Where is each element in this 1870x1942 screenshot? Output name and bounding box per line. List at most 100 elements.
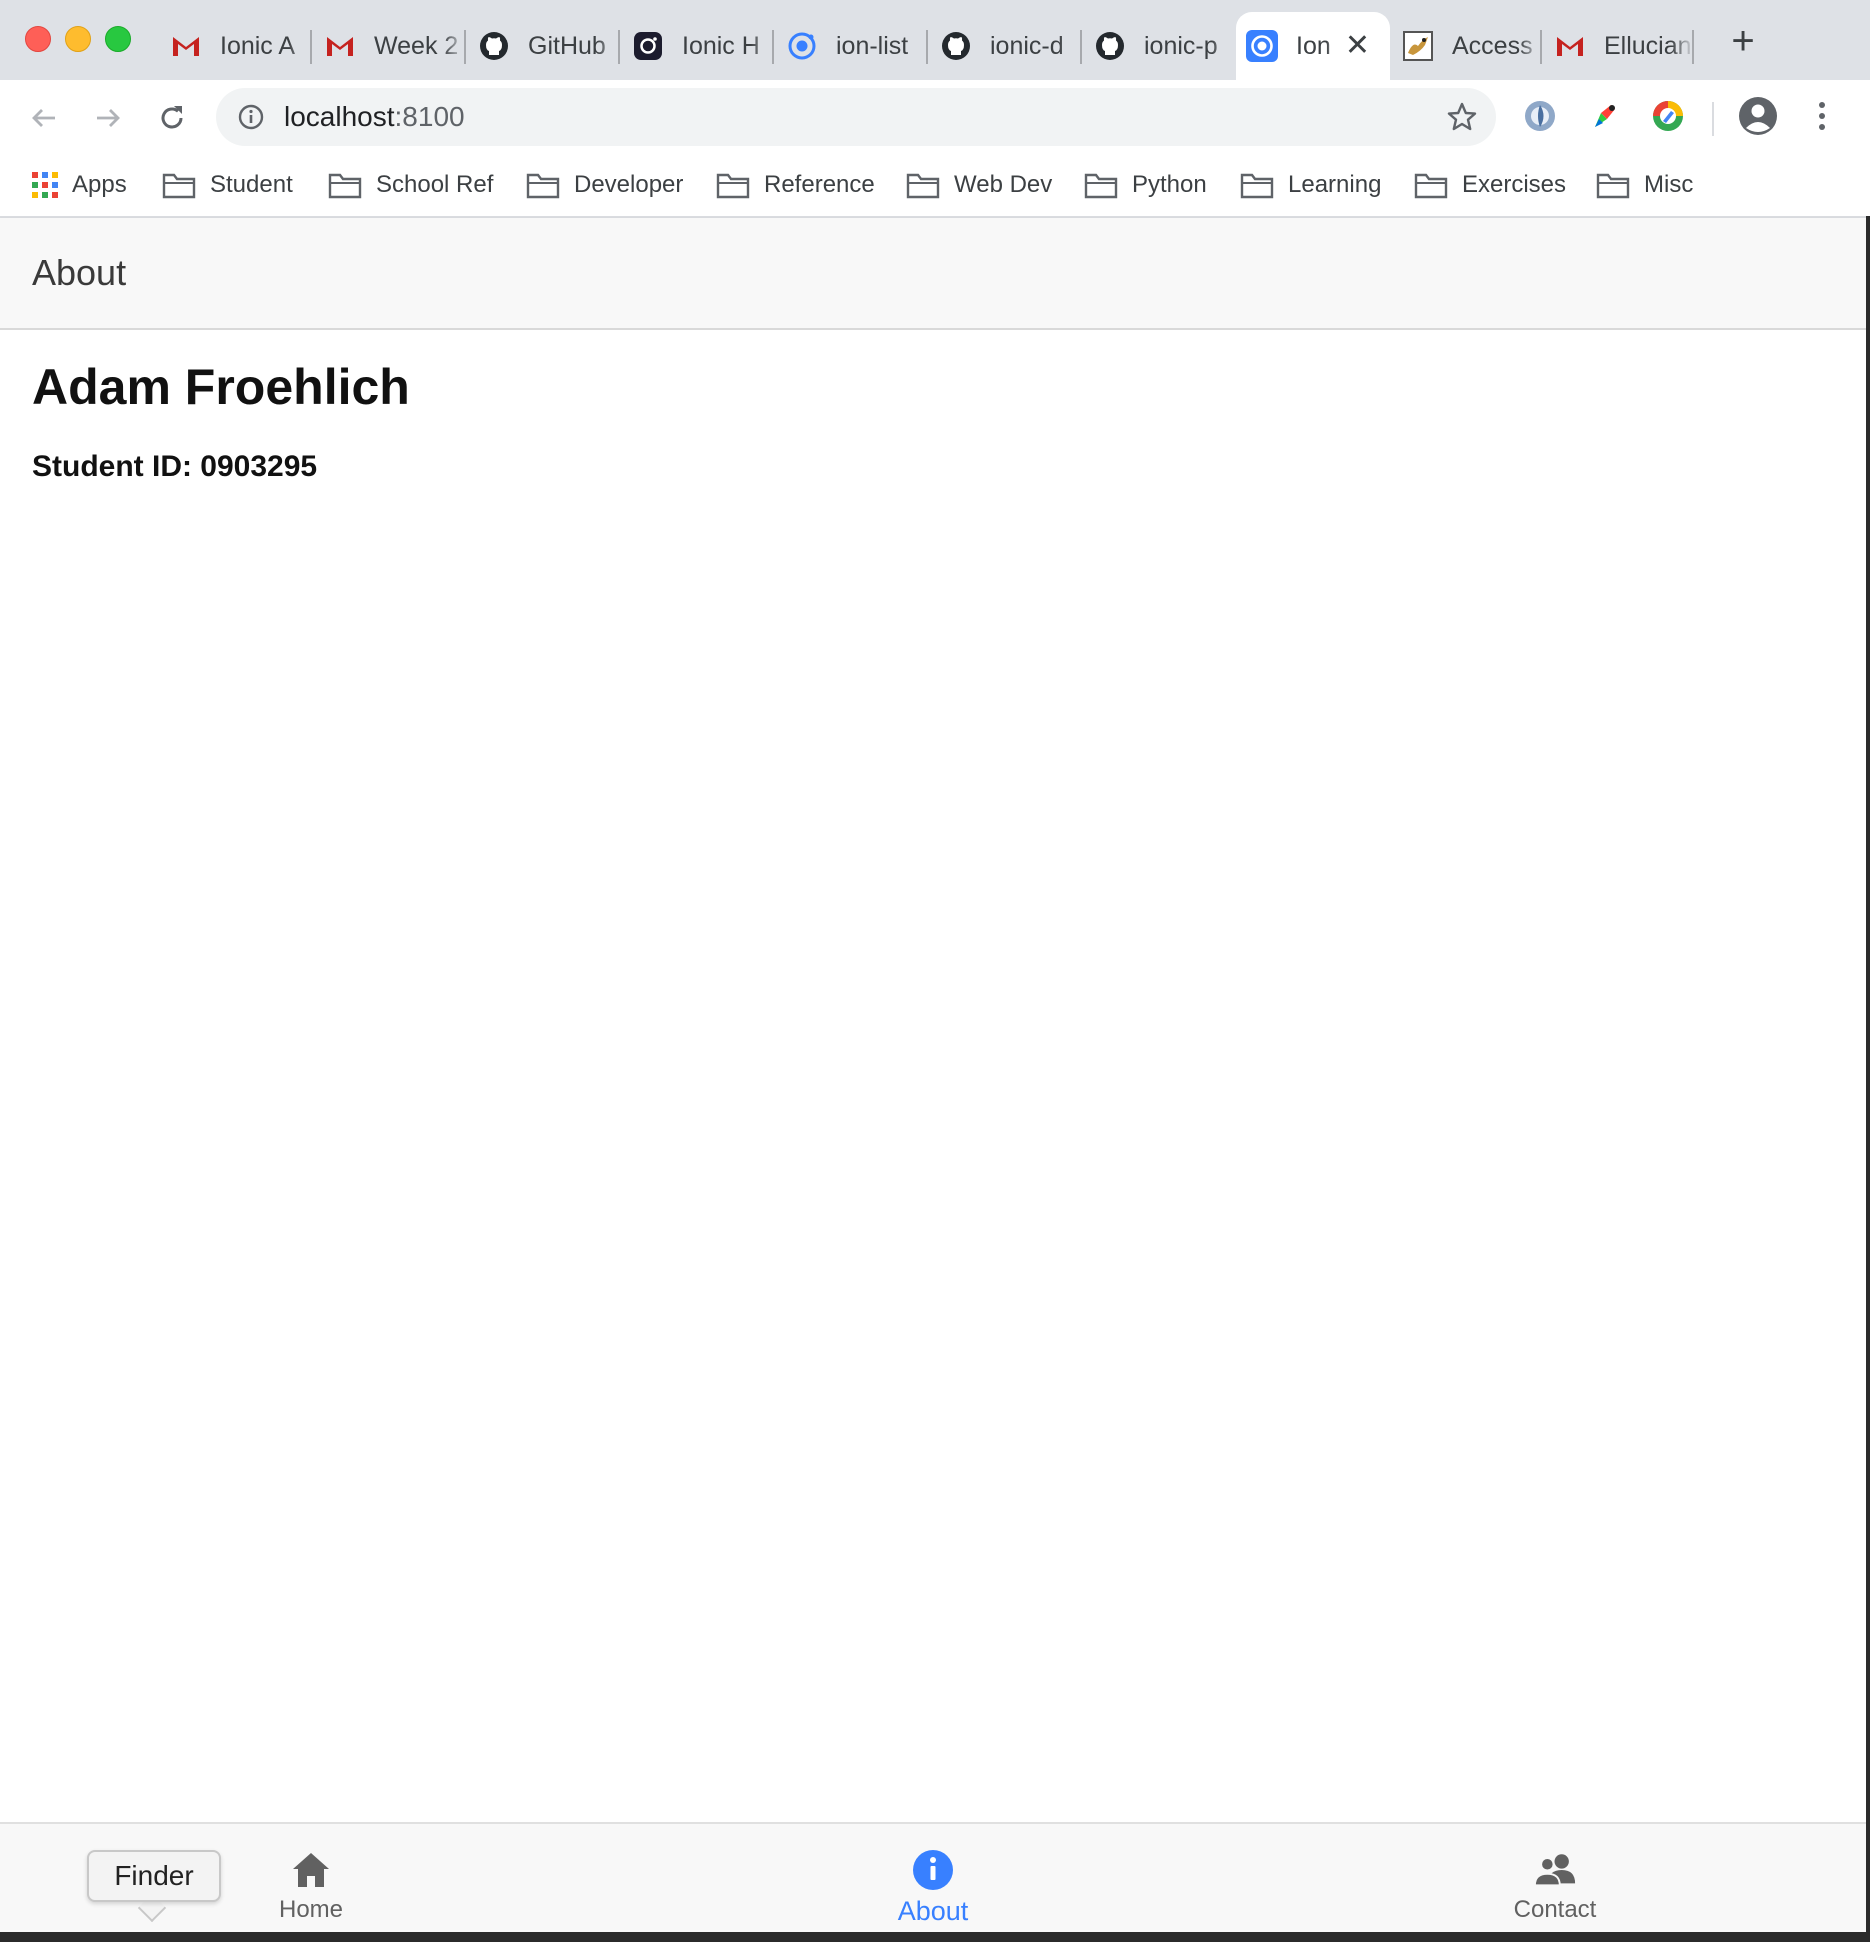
tab-title: Week 2 xyxy=(374,31,459,60)
extension-icon[interactable] xyxy=(1520,96,1560,136)
tab-label: About xyxy=(897,1896,969,1926)
app-tab-bar: Home About Contact xyxy=(0,1822,1866,1934)
tab-separator xyxy=(1692,30,1694,64)
bookmarks-bar: Apps Student School Ref Developer Refere… xyxy=(0,154,1870,218)
bookmark-apps[interactable]: Apps xyxy=(28,166,127,204)
tab-title: Ion xyxy=(1296,31,1331,60)
ionic-icon xyxy=(1246,30,1278,62)
folder-icon xyxy=(716,171,750,199)
tab-label: Home xyxy=(278,1896,344,1923)
folder-icon xyxy=(162,171,196,199)
bookmark-folder-exercises[interactable]: Exercises xyxy=(1414,166,1566,204)
browser-tab[interactable]: Week 2 xyxy=(314,12,466,80)
tab-separator xyxy=(310,30,312,64)
new-tab-button[interactable]: + xyxy=(1720,18,1766,64)
tab-separator xyxy=(1540,30,1542,64)
bookmark-label: Python xyxy=(1132,171,1207,198)
address-bar[interactable]: localhost:8100 xyxy=(216,88,1496,146)
gmail-icon xyxy=(324,30,356,62)
folder-icon xyxy=(526,171,560,199)
bookmark-folder-school-ref[interactable]: School Ref xyxy=(328,166,493,204)
bookmark-label: Apps xyxy=(72,171,127,198)
url-host: localhost xyxy=(284,101,395,132)
tab-separator xyxy=(464,30,466,64)
arrow-left-icon xyxy=(32,109,55,127)
menu-dots-icon[interactable] xyxy=(1802,96,1842,136)
chrome-extension-icon[interactable] xyxy=(1648,96,1688,136)
browser-tab[interactable]: ion-list xyxy=(776,12,928,80)
reload-button[interactable] xyxy=(152,98,192,138)
back-button[interactable] xyxy=(24,98,64,138)
window-zoom-button[interactable] xyxy=(105,26,131,52)
browser-tab-active[interactable]: Ion ✕ xyxy=(1236,12,1390,80)
gmail-icon xyxy=(170,30,202,62)
browser-tab[interactable]: ionic-d xyxy=(930,12,1082,80)
tab-title: GitHub xyxy=(528,31,606,60)
folder-icon xyxy=(906,171,940,199)
bookmark-label: Developer xyxy=(574,171,684,198)
profile-avatar-icon[interactable] xyxy=(1738,96,1778,136)
browser-tab[interactable]: Access xyxy=(1392,12,1542,80)
tab-title: ionic-p xyxy=(1144,31,1218,60)
home-icon xyxy=(289,1848,333,1892)
github-icon xyxy=(478,30,510,62)
tab-title: ion-list xyxy=(836,31,909,60)
bookmark-folder-misc[interactable]: Misc xyxy=(1596,166,1693,204)
browser-tab[interactable]: ionic-p xyxy=(1084,12,1234,80)
github-icon xyxy=(940,30,972,62)
browser-tab[interactable]: Ionic A xyxy=(160,12,312,80)
window-close-button[interactable] xyxy=(25,26,51,52)
toolbar-separator xyxy=(1712,102,1714,136)
forward-button[interactable] xyxy=(88,98,128,138)
tab-label: Contact xyxy=(1513,1896,1597,1923)
app-header: About xyxy=(0,218,1866,330)
tab-title: Ionic A xyxy=(220,31,296,60)
folder-icon xyxy=(1084,171,1118,199)
tab-title: ionic-d xyxy=(990,31,1064,60)
close-tab-icon[interactable]: ✕ xyxy=(1345,31,1370,61)
bookmark-label: Exercises xyxy=(1462,171,1567,198)
bookmark-label: Misc xyxy=(1644,171,1694,198)
browser-tab-strip: Ionic A Week 2 GitHub Ionic H ion-list i… xyxy=(0,0,1870,80)
bookmark-label: Web Dev xyxy=(954,171,1053,198)
bookmark-star-icon[interactable] xyxy=(1446,101,1478,133)
bookmark-folder-python[interactable]: Python xyxy=(1084,166,1207,204)
tab-home[interactable]: Home xyxy=(211,1824,411,1934)
url-port: :8100 xyxy=(394,101,465,132)
github-icon xyxy=(1094,30,1126,62)
tab-about[interactable]: About xyxy=(833,1824,1033,1934)
tab-separator xyxy=(926,30,928,64)
bookmark-folder-developer[interactable]: Developer xyxy=(526,166,683,204)
browser-tab[interactable]: GitHub xyxy=(468,12,620,80)
bookmark-folder-reference[interactable]: Reference xyxy=(716,166,875,204)
instagram-icon xyxy=(632,30,664,62)
browser-toolbar: localhost:8100 xyxy=(0,80,1870,154)
bookmark-label: School Ref xyxy=(376,171,494,198)
student-name: Adam Froehlich xyxy=(32,359,410,415)
window-bottom-edge xyxy=(0,1932,1870,1942)
window-minimize-button[interactable] xyxy=(65,26,91,52)
gmail-icon xyxy=(1554,30,1586,62)
bookmark-folder-student[interactable]: Student xyxy=(162,166,293,204)
color-picker-extension-icon[interactable] xyxy=(1584,96,1624,136)
info-icon xyxy=(911,1848,955,1892)
dock-tooltip: Finder xyxy=(87,1850,221,1902)
folder-icon xyxy=(328,171,362,199)
people-icon xyxy=(1533,1848,1577,1892)
access-icon xyxy=(1402,30,1434,62)
ionic-icon xyxy=(786,30,818,62)
reload-icon xyxy=(161,106,183,129)
tab-contact[interactable]: Contact xyxy=(1455,1824,1655,1934)
folder-icon xyxy=(1596,171,1630,199)
bookmark-label: Reference xyxy=(764,171,875,198)
page-title: About xyxy=(32,252,127,293)
bookmark-folder-web-dev[interactable]: Web Dev xyxy=(906,166,1052,204)
folder-icon xyxy=(1240,171,1274,199)
browser-tab[interactable]: Ionic H xyxy=(622,12,774,80)
url-text: localhost:8100 xyxy=(284,101,465,133)
tab-title: Ionic H xyxy=(682,31,760,60)
info-icon xyxy=(238,104,264,130)
bookmark-folder-learning[interactable]: Learning xyxy=(1240,166,1381,204)
folder-icon xyxy=(1414,171,1448,199)
browser-tab[interactable]: Ellucian xyxy=(1544,12,1694,80)
